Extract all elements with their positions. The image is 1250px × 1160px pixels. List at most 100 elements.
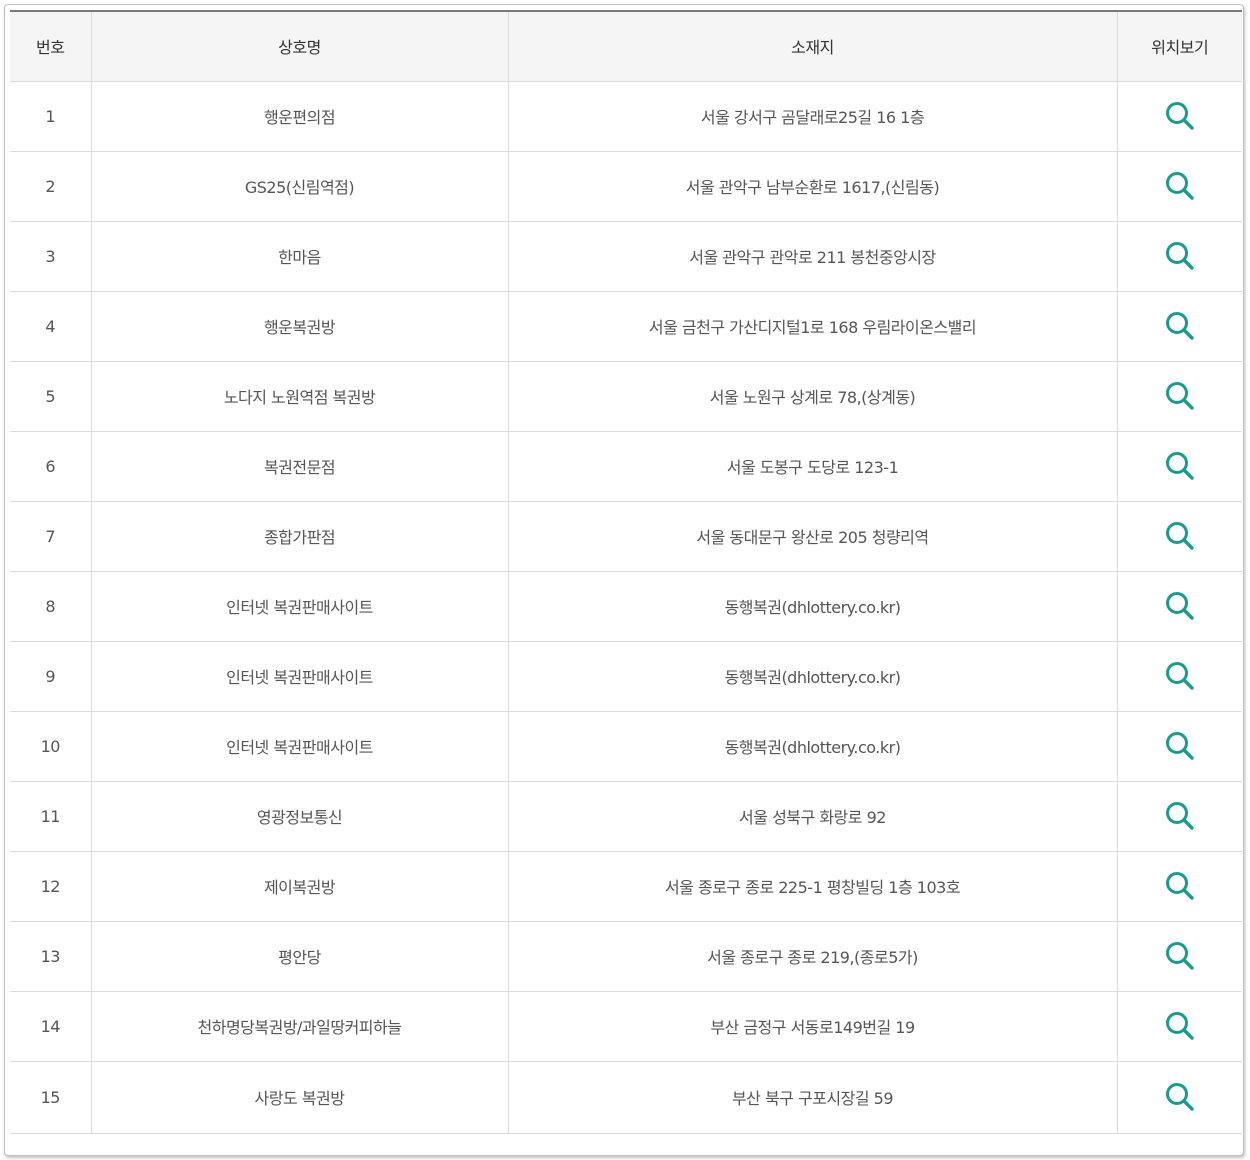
table-body: 1 행운편의점 서울 강서구 곰달래로25길 16 1층 2 GS25(신림역점) 서울 … — [10, 80, 1242, 1134]
map-cell — [1116, 150, 1242, 222]
view-location-button[interactable] — [1164, 450, 1196, 482]
view-location-button[interactable] — [1164, 380, 1196, 412]
header-address: 소재지 — [507, 10, 1118, 82]
store-name: 인터넷 복권판매사이트 — [90, 570, 509, 642]
map-cell — [1116, 570, 1242, 642]
view-location-button[interactable] — [1164, 170, 1196, 202]
view-location-button[interactable] — [1164, 310, 1196, 342]
map-cell — [1116, 500, 1242, 572]
store-address: 동행복권(dhlottery.co.kr) — [507, 570, 1118, 642]
table-row: 13 평안당 서울 종로구 종로 219,(종로5가) — [10, 920, 1242, 992]
store-address: 서울 종로구 종로 219,(종로5가) — [507, 920, 1118, 992]
view-location-button[interactable] — [1164, 870, 1196, 902]
view-location-button[interactable] — [1164, 660, 1196, 692]
map-cell — [1116, 220, 1242, 292]
map-cell — [1116, 920, 1242, 992]
store-list-panel: 번호 상호명 소재지 위치보기 1 행운편의점 서울 강서구 곰달래로25길 16 … — [4, 4, 1244, 1156]
table-row: 3 한마음 서울 관악구 관악로 211 봉천중앙시장 — [10, 220, 1242, 292]
store-name: 행운편의점 — [90, 80, 509, 152]
row-number: 3 — [10, 220, 92, 292]
store-name: 천하명당복권방/과일땅커피하늘 — [90, 990, 509, 1062]
table-row: 6 복권전문점 서울 도봉구 도당로 123-1 — [10, 430, 1242, 502]
store-name: 인터넷 복권판매사이트 — [90, 640, 509, 712]
row-number: 8 — [10, 570, 92, 642]
store-name: 인터넷 복권판매사이트 — [90, 710, 509, 782]
row-number: 12 — [10, 850, 92, 922]
table-row: 7 종합가판점 서울 동대문구 왕산로 205 청량리역 — [10, 500, 1242, 572]
map-cell — [1116, 850, 1242, 922]
row-number: 6 — [10, 430, 92, 502]
row-number: 11 — [10, 780, 92, 852]
search-icon — [1165, 1083, 1194, 1111]
store-name: 영광정보통신 — [90, 780, 509, 852]
store-address: 서울 강서구 곰달래로25길 16 1층 — [507, 80, 1118, 152]
view-location-button[interactable] — [1164, 240, 1196, 272]
header-map: 위치보기 — [1116, 10, 1242, 82]
map-cell — [1116, 290, 1242, 362]
table-row: 1 행운편의점 서울 강서구 곰달래로25길 16 1층 — [10, 80, 1242, 152]
map-cell — [1116, 360, 1242, 432]
store-name: 노다지 노원역점 복권방 — [90, 360, 509, 432]
view-location-button[interactable] — [1164, 940, 1196, 972]
view-location-button[interactable] — [1164, 1081, 1196, 1113]
view-location-button[interactable] — [1164, 800, 1196, 832]
search-icon — [1165, 732, 1194, 760]
view-location-button[interactable] — [1164, 590, 1196, 622]
store-address: 서울 노원구 상계로 78,(상계동) — [507, 360, 1118, 432]
store-address: 서울 성북구 화랑로 92 — [507, 780, 1118, 852]
store-address: 동행복권(dhlottery.co.kr) — [507, 640, 1118, 712]
search-icon — [1165, 312, 1194, 340]
header-no: 번호 — [10, 10, 92, 82]
map-cell — [1116, 780, 1242, 852]
store-address: 서울 종로구 종로 225-1 평창빌딩 1층 103호 — [507, 850, 1118, 922]
search-icon — [1165, 802, 1194, 830]
store-address: 서울 관악구 관악로 211 봉천중앙시장 — [507, 220, 1118, 292]
row-number: 13 — [10, 920, 92, 992]
search-icon — [1165, 452, 1194, 480]
table-row: 15 사랑도 복권방 부산 북구 구포시장길 59 — [10, 1060, 1242, 1134]
table-row: 14 천하명당복권방/과일땅커피하늘 부산 금정구 서동로149번길 19 — [10, 990, 1242, 1062]
row-number: 15 — [10, 1060, 92, 1134]
table-row: 10 인터넷 복권판매사이트 동행복권(dhlottery.co.kr) — [10, 710, 1242, 782]
row-number: 2 — [10, 150, 92, 222]
store-name: 한마음 — [90, 220, 509, 292]
search-icon — [1165, 242, 1194, 270]
table-row: 4 행운복권방 서울 금천구 가산디지털1로 168 우림라이온스밸리 — [10, 290, 1242, 362]
row-number: 9 — [10, 640, 92, 712]
view-location-button[interactable] — [1164, 520, 1196, 552]
store-name: 복권전문점 — [90, 430, 509, 502]
search-icon — [1165, 592, 1194, 620]
map-cell — [1116, 710, 1242, 782]
store-address: 부산 금정구 서동로149번길 19 — [507, 990, 1118, 1062]
store-name: 사랑도 복권방 — [90, 1060, 509, 1134]
store-address: 부산 북구 구포시장길 59 — [507, 1060, 1118, 1134]
store-address: 서울 도봉구 도당로 123-1 — [507, 430, 1118, 502]
store-name: 종합가판점 — [90, 500, 509, 572]
search-icon — [1165, 872, 1194, 900]
table-row: 11 영광정보통신 서울 성북구 화랑로 92 — [10, 780, 1242, 852]
view-location-button[interactable] — [1164, 100, 1196, 132]
view-location-button[interactable] — [1164, 730, 1196, 762]
map-cell — [1116, 1060, 1242, 1134]
store-name: GS25(신림역점) — [90, 150, 509, 222]
search-icon — [1165, 522, 1194, 550]
table-header-row: 번호 상호명 소재지 위치보기 — [10, 10, 1242, 82]
header-name: 상호명 — [90, 10, 509, 82]
map-cell — [1116, 80, 1242, 152]
row-number: 1 — [10, 80, 92, 152]
search-icon — [1165, 1012, 1194, 1040]
store-address: 동행복권(dhlottery.co.kr) — [507, 710, 1118, 782]
store-address: 서울 관악구 남부순환로 1617,(신림동) — [507, 150, 1118, 222]
table-row: 12 제이복권방 서울 종로구 종로 225-1 평창빌딩 1층 103호 — [10, 850, 1242, 922]
search-icon — [1165, 382, 1194, 410]
map-cell — [1116, 640, 1242, 712]
store-address: 서울 동대문구 왕산로 205 청량리역 — [507, 500, 1118, 572]
view-location-button[interactable] — [1164, 1010, 1196, 1042]
row-number: 5 — [10, 360, 92, 432]
table-row: 5 노다지 노원역점 복권방 서울 노원구 상계로 78,(상계동) — [10, 360, 1242, 432]
map-cell — [1116, 990, 1242, 1062]
row-number: 4 — [10, 290, 92, 362]
table-row: 8 인터넷 복권판매사이트 동행복권(dhlottery.co.kr) — [10, 570, 1242, 642]
search-icon — [1165, 102, 1194, 130]
store-name: 평안당 — [90, 920, 509, 992]
